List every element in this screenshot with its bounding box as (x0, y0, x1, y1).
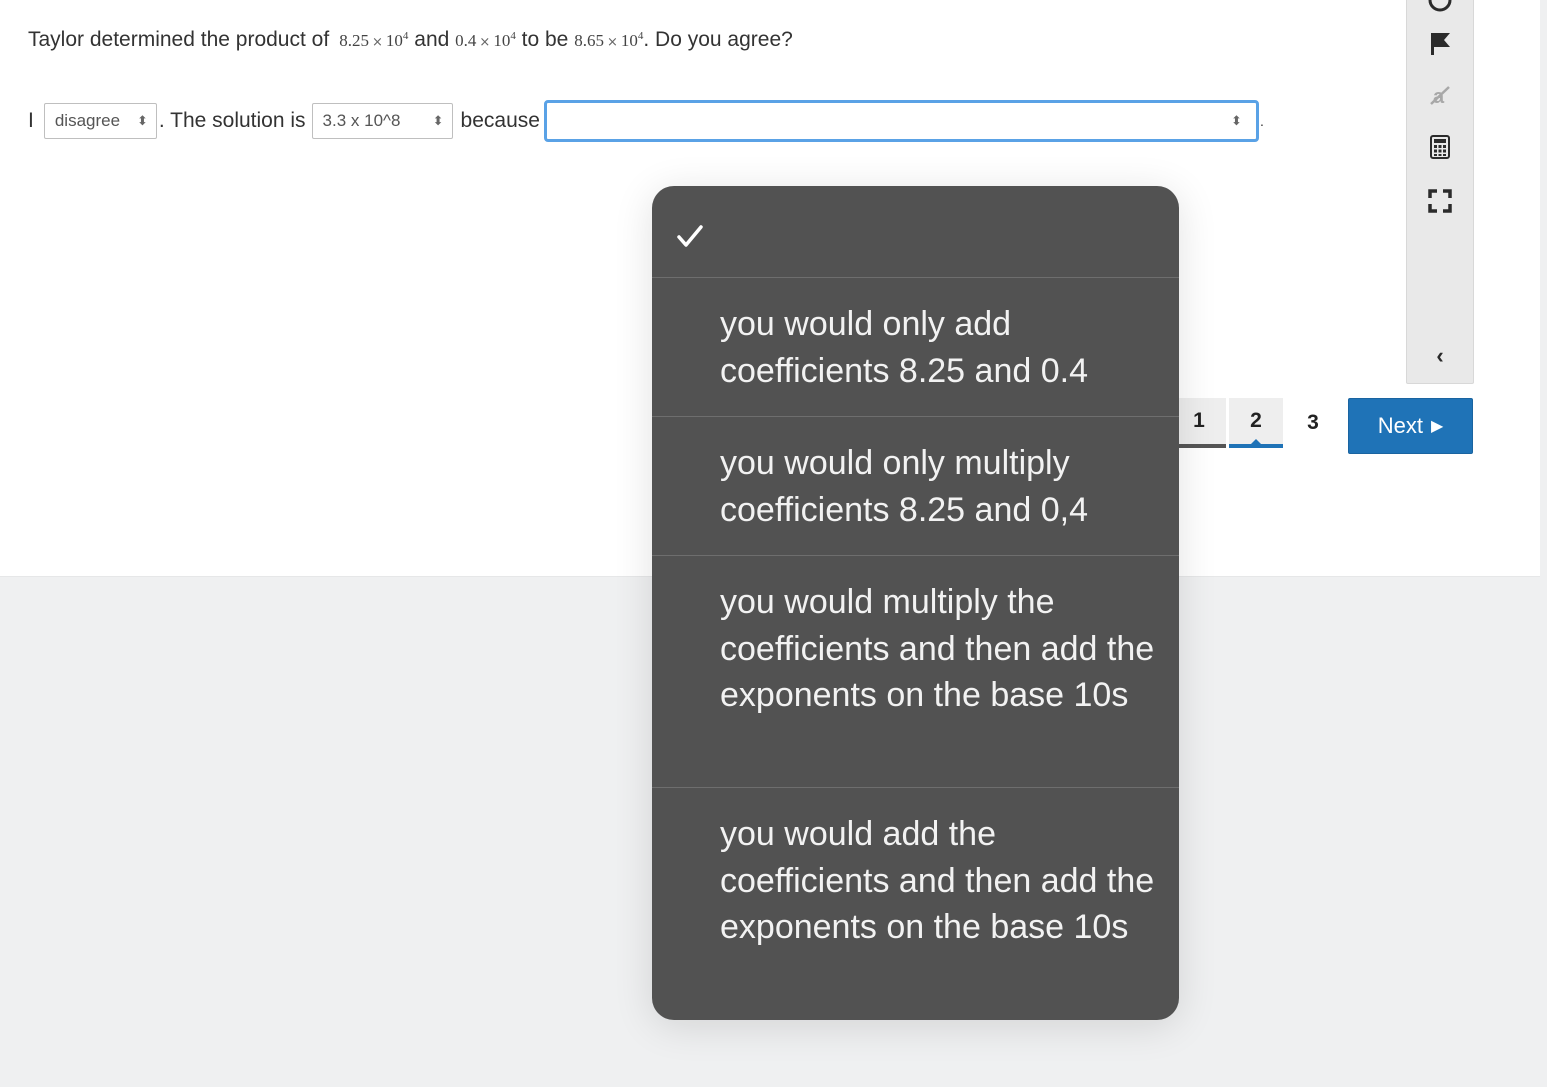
solution-select-value: 3.3 x 10^8 (322, 111, 401, 130)
calculator-icon[interactable] (1407, 135, 1473, 164)
answer-end: . (1259, 113, 1264, 129)
answer-sentence: I disagree ⬍ . The solution is 3.3 x 10^… (28, 100, 1264, 142)
math-term-1: 8.25 × 104 (339, 30, 409, 50)
next-button[interactable]: Next ▶ (1348, 398, 1473, 454)
because-label: because (460, 109, 540, 132)
solution-select[interactable]: 3.3 x 10^8 ⬍ (311, 103, 453, 139)
flag-icon[interactable] (1407, 31, 1473, 62)
updown-chevron-icon: ⬍ (432, 113, 444, 129)
dropdown-option[interactable]: you would add the coefficients and then … (652, 788, 1179, 1020)
question-joiner-1: and (414, 28, 450, 51)
dropdown-option-blank[interactable] (652, 186, 1179, 278)
page-tab-1[interactable]: 1 (1172, 398, 1226, 448)
collapse-sidebar-chevron-icon[interactable]: ‹ (1407, 343, 1473, 369)
dropdown-option[interactable]: you would only multiply coefficients 8.2… (652, 417, 1179, 556)
play-arrow-icon: ▶ (1430, 418, 1444, 435)
question-suffix: . Do you agree? (643, 28, 793, 51)
next-button-label: Next (1377, 413, 1423, 438)
checkmark-icon (676, 214, 704, 261)
tool-sidebar: a ‹ (1406, 0, 1474, 384)
fullscreen-icon[interactable] (1407, 189, 1473, 218)
timer-icon[interactable] (1407, 0, 1473, 18)
because-dropdown-menu: you would only add coefficients 8.25 and… (652, 186, 1179, 1020)
dropdown-option[interactable]: you would multiply the coefficients and … (652, 556, 1179, 788)
math-term-3: 8.65 × 104 (574, 30, 644, 50)
question-prefix: Taylor determined the product of (28, 28, 330, 51)
page-tab-3[interactable]: 3 (1286, 398, 1340, 448)
dropdown-option[interactable]: you would only add coefficients 8.25 and… (652, 278, 1179, 417)
because-select[interactable]: ⬍ (543, 100, 1259, 142)
agree-select-value: disagree (54, 111, 121, 130)
updown-chevron-icon: ⬍ (136, 113, 148, 129)
strikethrough-icon[interactable]: a (1407, 84, 1473, 111)
answer-lead: I (28, 109, 34, 132)
math-term-2: 0.4 × 104 (455, 30, 516, 50)
agree-select[interactable]: disagree ⬍ (43, 103, 157, 139)
page-navigation: 1 2 3 (1172, 398, 1343, 448)
question-text: Taylor determined the product of 8.25 × 10… (28, 28, 793, 52)
answer-mid: . The solution is (158, 109, 306, 132)
updown-chevron-icon: ⬍ (1231, 113, 1242, 129)
page-tab-2[interactable]: 2 (1229, 398, 1283, 448)
question-joiner-2: to be (521, 28, 569, 51)
